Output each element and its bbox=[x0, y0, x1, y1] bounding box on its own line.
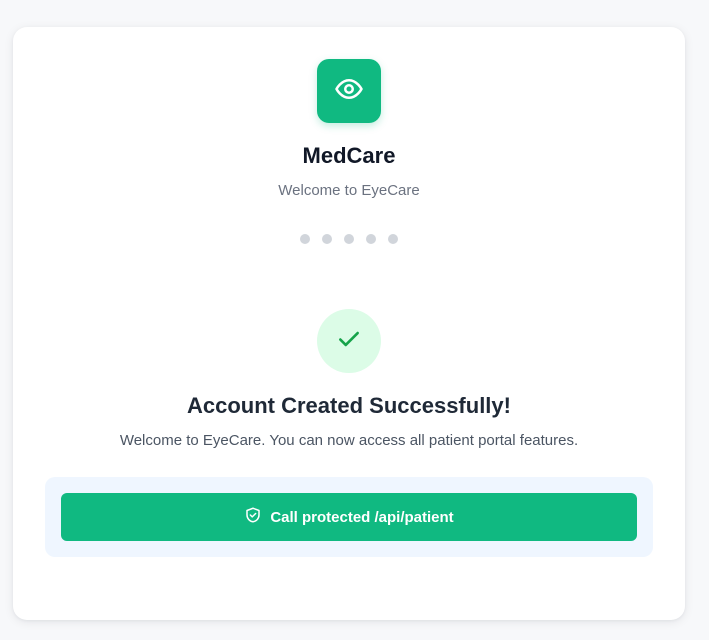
progress-dot bbox=[388, 234, 398, 244]
progress-dots bbox=[13, 234, 685, 244]
brand-logo bbox=[317, 59, 381, 123]
progress-dot bbox=[366, 234, 376, 244]
signup-card: MedCare Welcome to EyeCare Account Creat… bbox=[13, 27, 685, 620]
eye-icon bbox=[334, 74, 364, 109]
success-badge bbox=[317, 309, 381, 373]
success-title: Account Created Successfully! bbox=[187, 393, 511, 418]
progress-dot bbox=[322, 234, 332, 244]
brand-name: MedCare bbox=[302, 143, 396, 168]
call-api-button[interactable]: Call protected /api/patient bbox=[61, 493, 637, 541]
progress-dot bbox=[344, 234, 354, 244]
action-panel: Call protected /api/patient bbox=[45, 477, 653, 557]
success-message: Welcome to EyeCare. You can now access a… bbox=[119, 432, 579, 449]
check-icon bbox=[336, 326, 362, 357]
call-api-button-label: Call protected /api/patient bbox=[270, 508, 454, 526]
progress-dot bbox=[300, 234, 310, 244]
shield-check-icon bbox=[244, 506, 262, 528]
brand-tagline: Welcome to EyeCare bbox=[278, 182, 420, 199]
